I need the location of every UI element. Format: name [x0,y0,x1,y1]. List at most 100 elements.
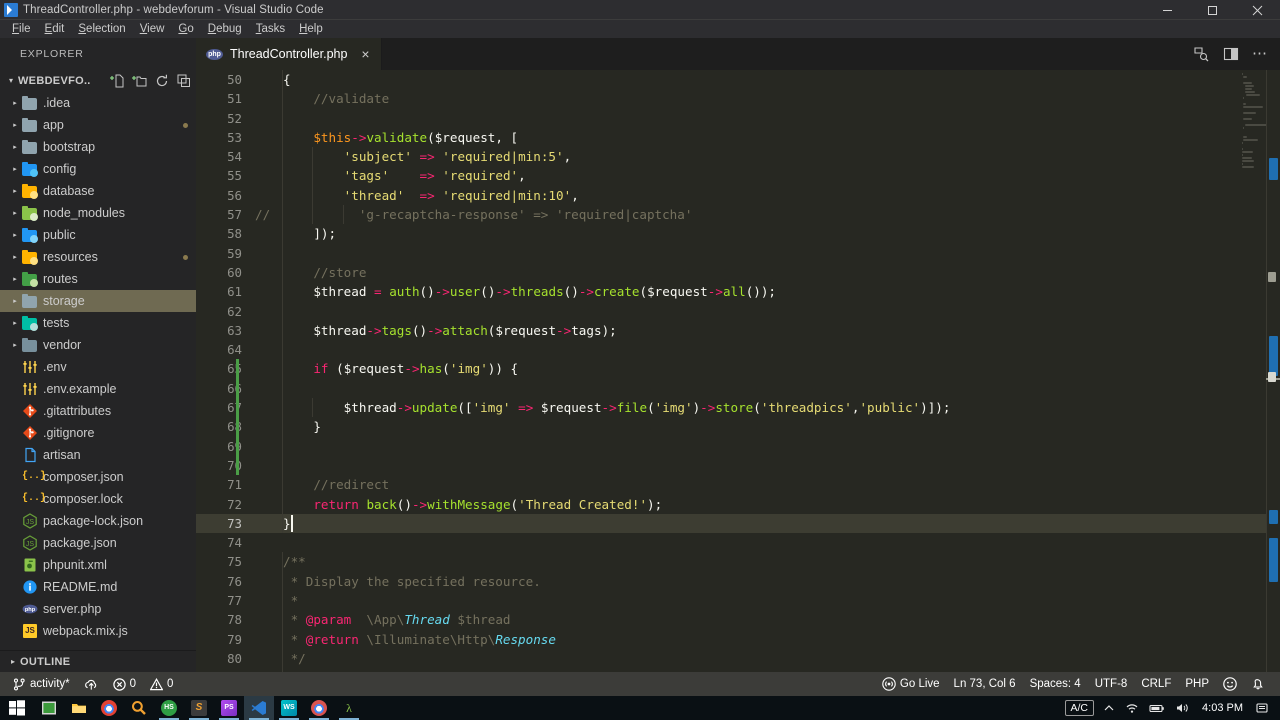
code-line[interactable]: 60 //store [196,262,1280,283]
chevron-right-icon[interactable]: ▸ [8,231,22,239]
tree-folder-resources[interactable]: ▸ resources [0,246,196,268]
taskbar-search-icon[interactable] [124,696,154,720]
code-line[interactable]: 54 'subject' => 'required|min:5', [196,147,1280,167]
code-line[interactable]: 77 * [196,591,1280,611]
taskbar-sublime-text-icon[interactable]: S [184,696,214,720]
show-hidden-icons-chevron[interactable] [1098,696,1120,720]
taskbar-file-explorer-icon[interactable] [64,696,94,720]
code-line[interactable]: 59 [196,243,1280,263]
battery-icon[interactable] [1144,696,1170,720]
minimize-button[interactable] [1145,0,1190,20]
errors-status[interactable]: 0 [106,672,143,696]
code-line[interactable]: 70 [196,455,1280,476]
chevron-right-icon[interactable]: ▸ [8,275,22,283]
collapse-all-icon[interactable] [176,73,192,89]
code-editor[interactable]: 50{51 //validate 52 53 $this->validate($re… [196,70,1280,672]
feedback[interactable] [1216,672,1244,696]
code-line[interactable]: 78 * @param \App\Thread $thread [196,610,1280,630]
code-line[interactable]: 79 * @return \Illuminate\Http\Response [196,629,1280,649]
tree-file-artisan[interactable]: artisan [0,444,196,466]
tree-folder-storage[interactable]: ▸ storage [0,290,196,312]
tree-file-env-example[interactable]: .env.example [0,378,196,400]
tree-folder-database[interactable]: ▸ database [0,180,196,202]
tree-file-gitattributes[interactable]: .gitattributes [0,400,196,422]
tree-file-webpack-mix-js[interactable]: JS webpack.mix.js [0,620,196,642]
menu-help[interactable]: Help [292,20,330,38]
code-line[interactable]: 72 return back()->withMessage('Thread Cr… [196,494,1280,514]
split-editor-icon[interactable] [1222,45,1240,63]
code-line[interactable]: 71 //redirect [196,475,1280,495]
windows-start-icon[interactable] [0,696,34,720]
code-line[interactable]: 56 'thread' => 'required|min:10', [196,185,1280,206]
tree-folder-node-modules[interactable]: ▸ node_modules [0,202,196,224]
cursor-position[interactable]: Ln 73, Col 6 [947,672,1023,696]
code-line[interactable]: 61 $thread = auth()->user()->threads()->… [196,282,1280,302]
tree-folder-config[interactable]: ▸ config [0,158,196,180]
taskbar-vscode-icon[interactable] [244,696,274,720]
tree-file-phpunit-xml[interactable]: phpunit.xml [0,554,196,576]
code-line[interactable]: 55 'tags' => 'required', [196,166,1280,186]
taskbar-phpstorm-icon[interactable]: PS [214,696,244,720]
chevron-right-icon[interactable]: ▸ [8,143,22,151]
menu-debug[interactable]: Debug [201,20,249,38]
tree-folder-routes[interactable]: ▸ routes [0,268,196,290]
refresh-icon[interactable] [154,73,170,89]
language-mode[interactable]: PHP [1178,672,1216,696]
code-line[interactable]: 75 /** [196,552,1280,572]
tree-folder-bootstrap[interactable]: ▸ bootstrap [0,136,196,158]
warnings-status[interactable]: 0 [143,672,180,696]
maximize-button[interactable] [1190,0,1235,20]
tree-file-composer-json[interactable]: {..} composer.json [0,466,196,488]
chevron-right-icon[interactable]: ▸ [8,209,22,217]
notifications-icon[interactable] [1251,696,1276,720]
tree-folder-vendor[interactable]: ▸ vendor [0,334,196,356]
menu-go[interactable]: Go [171,20,200,38]
code-line[interactable]: 73} [196,513,1280,534]
taskbar-clock[interactable]: 4:03 PM [1194,702,1251,714]
chevron-right-icon[interactable]: ▸ [8,253,22,261]
code-line[interactable]: 64 [196,340,1280,360]
chevron-right-icon[interactable]: ▸ [8,165,22,173]
chevron-right-icon[interactable]: ▸ [8,319,22,327]
code-line[interactable]: 58 ]); [196,224,1280,244]
code-line[interactable]: 65 if ($request->has('img')) { [196,359,1280,379]
sync-status[interactable] [77,672,106,696]
menu-file[interactable]: File [5,20,38,38]
menu-tasks[interactable]: Tasks [249,20,292,38]
code-line[interactable]: 76 * Display the specified resource. [196,571,1280,592]
tree-file-composer-lock[interactable]: {..} composer.lock [0,488,196,510]
chevron-right-icon[interactable]: ▸ [8,341,22,349]
tab-close-icon[interactable]: × [357,47,373,61]
chevron-right-icon[interactable]: ▸ [8,297,22,305]
notifications[interactable] [1244,672,1272,696]
code-line[interactable]: 62 [196,301,1280,321]
code-line[interactable]: 80 */ [196,648,1280,669]
code-line[interactable]: 68 } [196,417,1280,437]
new-file-icon[interactable] [110,73,126,89]
tab-threadcontroller-php[interactable]: php ThreadController.php × [196,38,383,70]
tree-folder-idea[interactable]: ▸ .idea [0,92,196,114]
tree-file-package-lock-json[interactable]: JS package-lock.json [0,510,196,532]
taskbar-webstorm-icon[interactable]: WS [274,696,304,720]
volume-icon[interactable] [1170,696,1194,720]
code-line[interactable]: 74 [196,533,1280,552]
project-folder-section[interactable]: ▾ WEBDEVFO.. [0,70,196,92]
taskbar-file-explorer-green-icon[interactable] [34,696,64,720]
code-line[interactable]: 52 [196,108,1280,128]
code-line[interactable]: 51 //validate [196,89,1280,109]
chevron-right-icon[interactable]: ▸ [8,121,22,129]
go-live[interactable]: Go Live [875,672,947,696]
tree-file-gitignore[interactable]: .gitignore [0,422,196,444]
open-changes-icon[interactable] [1192,45,1210,63]
tree-folder-public[interactable]: ▸ public [0,224,196,246]
code-line[interactable]: 63 $thread->tags()->attach($request->tag… [196,320,1280,341]
eol[interactable]: CRLF [1134,672,1178,696]
encoding[interactable]: UTF-8 [1088,672,1135,696]
indentation[interactable]: Spaces: 4 [1023,672,1088,696]
taskbar-lambda-app-icon[interactable]: λ [334,696,364,720]
chevron-right-icon[interactable]: ▸ [8,187,22,195]
minimap[interactable] [1242,70,1267,672]
new-folder-icon[interactable] [132,73,148,89]
menu-view[interactable]: View [133,20,172,38]
tree-file-server-php[interactable]: php server.php [0,598,196,620]
